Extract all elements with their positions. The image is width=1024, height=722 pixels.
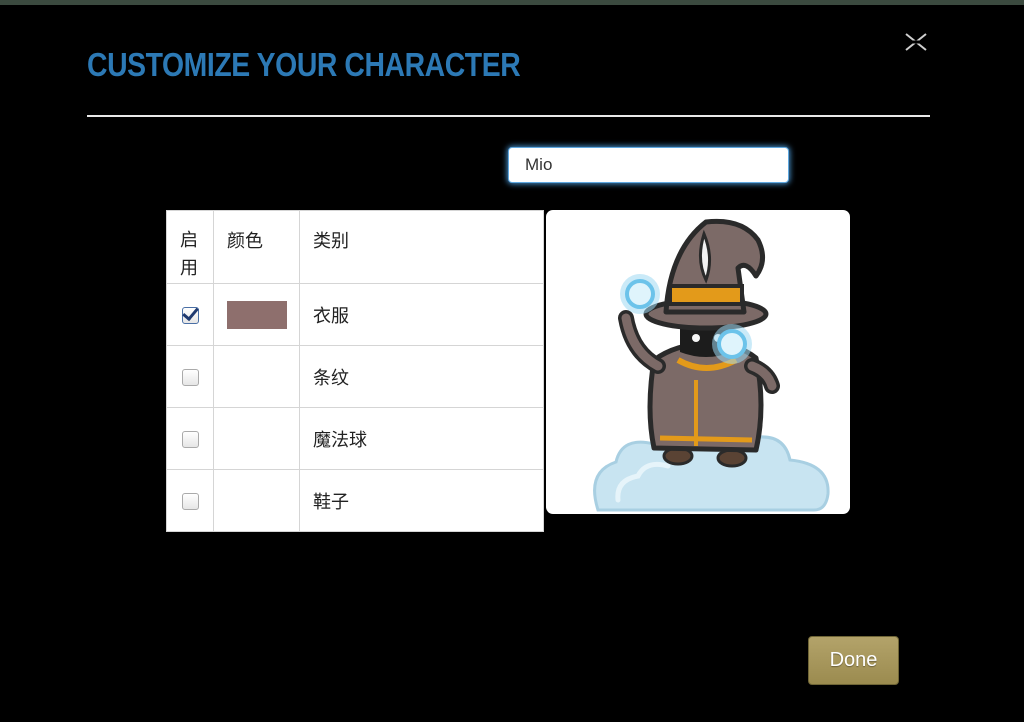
type-label-stripes: 条纹 xyxy=(299,345,544,408)
header-color: 颜色 xyxy=(213,210,300,284)
color-swatch-stripes[interactable] xyxy=(227,363,287,391)
table-row-stripes: 条纹 xyxy=(166,345,544,408)
enable-checkbox-clothing[interactable] xyxy=(181,306,199,324)
wizard-character-illustration xyxy=(593,218,830,512)
type-label-magic-orb: 魔法球 xyxy=(299,407,544,470)
color-swatch-clothing[interactable] xyxy=(227,300,287,329)
color-swatch-shoes[interactable] xyxy=(227,487,287,515)
color-swatch-magic-orb[interactable] xyxy=(227,425,287,453)
top-strip xyxy=(0,0,1024,5)
title-divider xyxy=(87,115,930,117)
table-row-clothing: 衣服 xyxy=(166,283,544,346)
table-row-shoes: 鞋子 xyxy=(166,469,544,532)
character-name-input[interactable] xyxy=(508,147,789,183)
header-type: 类别 xyxy=(299,210,544,284)
dialog-title: CUSTOMIZE YOUR CHARACTER xyxy=(87,46,521,83)
enable-checkbox-stripes[interactable] xyxy=(181,368,199,386)
header-enable: 启用 xyxy=(166,210,214,284)
table-row-magic-orb: 魔法球 xyxy=(166,407,544,470)
enable-checkbox-magic-orb[interactable] xyxy=(181,430,199,448)
type-label-clothing: 衣服 xyxy=(299,283,544,346)
type-label-shoes: 鞋子 xyxy=(299,469,544,532)
done-button[interactable]: Done xyxy=(808,636,899,685)
character-preview xyxy=(546,210,850,514)
customization-table: 启用 颜色 类别 衣服 条纹 魔法球 鞋子 xyxy=(166,210,544,532)
close-icon[interactable] xyxy=(900,28,932,56)
enable-checkbox-shoes[interactable] xyxy=(181,492,199,510)
table-header-row: 启用 颜色 类别 xyxy=(166,210,544,284)
